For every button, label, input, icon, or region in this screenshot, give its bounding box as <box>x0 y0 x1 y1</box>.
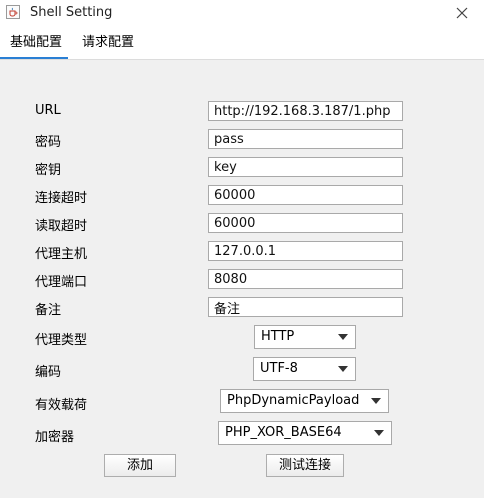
password-label: 密码 <box>35 135 62 150</box>
url-label: URL <box>35 103 61 118</box>
chevron-down-icon <box>338 366 348 372</box>
encoding-value: UTF-8 <box>260 361 298 376</box>
encryptor-select[interactable]: PHP_XOR_BASE64 <box>218 421 392 445</box>
title-bar: Shell Setting <box>0 0 484 26</box>
tab-basic-config[interactable]: 基础配置 <box>0 26 68 60</box>
tab-request-config[interactable]: 请求配置 <box>72 26 144 60</box>
key-label: 密钥 <box>35 163 62 178</box>
close-icon <box>456 7 468 19</box>
proxy-port-field[interactable] <box>208 269 403 289</box>
remark-label: 备注 <box>35 303 62 318</box>
close-button[interactable] <box>452 3 472 23</box>
window-title: Shell Setting <box>30 5 113 20</box>
connect-timeout-label: 连接超时 <box>35 191 88 206</box>
remark-field[interactable] <box>208 297 403 317</box>
java-cup-icon <box>6 5 20 19</box>
proxy-host-field[interactable] <box>208 241 403 261</box>
chevron-down-icon <box>338 334 348 340</box>
key-field[interactable] <box>208 157 403 177</box>
proxy-type-value: HTTP <box>261 329 295 344</box>
chevron-down-icon <box>374 430 384 436</box>
payload-label: 有效载荷 <box>35 398 88 413</box>
encoding-label: 编码 <box>35 365 62 380</box>
encoding-select[interactable]: UTF-8 <box>253 357 356 381</box>
tab-bar: 基础配置 请求配置 <box>0 26 484 60</box>
proxy-host-label: 代理主机 <box>35 247 88 262</box>
connect-timeout-field[interactable] <box>208 185 403 205</box>
read-timeout-field[interactable] <box>208 213 403 233</box>
add-button[interactable]: 添加 <box>104 454 176 477</box>
payload-select[interactable]: PhpDynamicPayload <box>220 389 389 413</box>
read-timeout-label: 读取超时 <box>35 219 88 234</box>
proxy-type-label: 代理类型 <box>35 333 88 348</box>
proxy-type-select[interactable]: HTTP <box>254 325 356 349</box>
payload-value: PhpDynamicPayload <box>227 393 360 408</box>
password-field[interactable] <box>208 129 403 149</box>
encryptor-label: 加密器 <box>35 430 75 445</box>
test-connection-button[interactable]: 测试连接 <box>266 454 344 477</box>
tab-divider <box>0 59 484 60</box>
encryptor-value: PHP_XOR_BASE64 <box>225 425 342 440</box>
chevron-down-icon <box>371 398 381 404</box>
url-field[interactable] <box>208 101 403 121</box>
proxy-port-label: 代理端口 <box>35 275 88 290</box>
